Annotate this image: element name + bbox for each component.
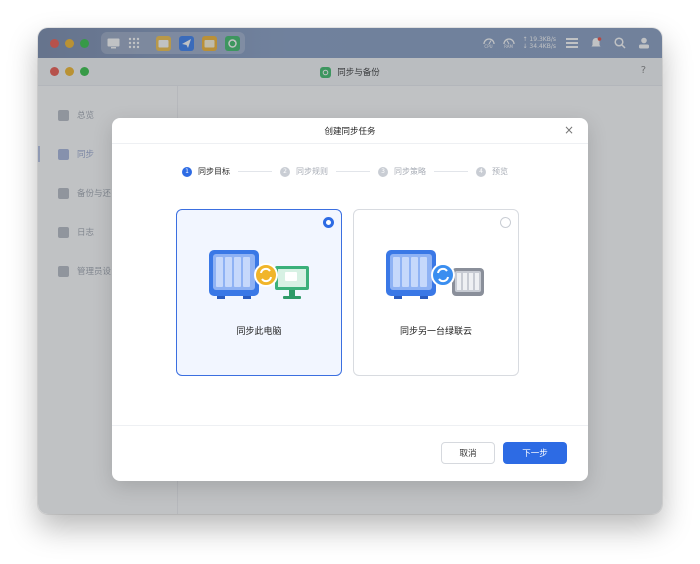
next-step-button[interactable]: 下一步 (503, 442, 567, 464)
step-label: 同步策略 (394, 167, 426, 176)
step-sync-strategy: 3 同步策略 (378, 166, 426, 177)
create-sync-task-dialog: 创建同步任务 × 1 同步目标 2 同步规则 3 同步策略 4 预览 同步此电脑… (112, 118, 588, 481)
nas-to-computer-illustration (209, 250, 309, 299)
nas-to-nas-illustration (386, 250, 484, 299)
step-number: 1 (182, 166, 192, 177)
dialog-header: 创建同步任务 × (112, 118, 588, 144)
step-preview: 4 预览 (476, 166, 508, 177)
option-sync-another-nas[interactable]: 同步另一台绿联云 (353, 209, 519, 376)
option-label: 同步此电脑 (236, 327, 282, 337)
dialog-title: 创建同步任务 (324, 127, 376, 137)
step-number: 2 (280, 166, 290, 177)
option-label: 同步另一台绿联云 (399, 327, 472, 337)
option-sync-this-computer[interactable]: 同步此电脑 (176, 209, 342, 376)
dialog-footer: 取消 下一步 (112, 425, 588, 481)
step-label: 同步目标 (198, 167, 230, 176)
step-sync-rules: 2 同步规则 (280, 166, 328, 177)
step-connector (238, 171, 272, 172)
step-connector (434, 171, 468, 172)
step-connector (336, 171, 370, 172)
cancel-button[interactable]: 取消 (441, 442, 495, 464)
step-sync-target: 1 同步目标 (182, 166, 230, 177)
option-radio-unselected[interactable] (500, 217, 511, 228)
step-label: 预览 (492, 167, 508, 176)
step-label: 同步规则 (296, 167, 328, 176)
stepper: 1 同步目标 2 同步规则 3 同步策略 4 预览 (182, 166, 508, 177)
close-icon[interactable]: × (564, 123, 574, 137)
step-number: 4 (476, 166, 486, 177)
step-number: 3 (378, 166, 388, 177)
option-radio-selected[interactable] (323, 217, 334, 228)
